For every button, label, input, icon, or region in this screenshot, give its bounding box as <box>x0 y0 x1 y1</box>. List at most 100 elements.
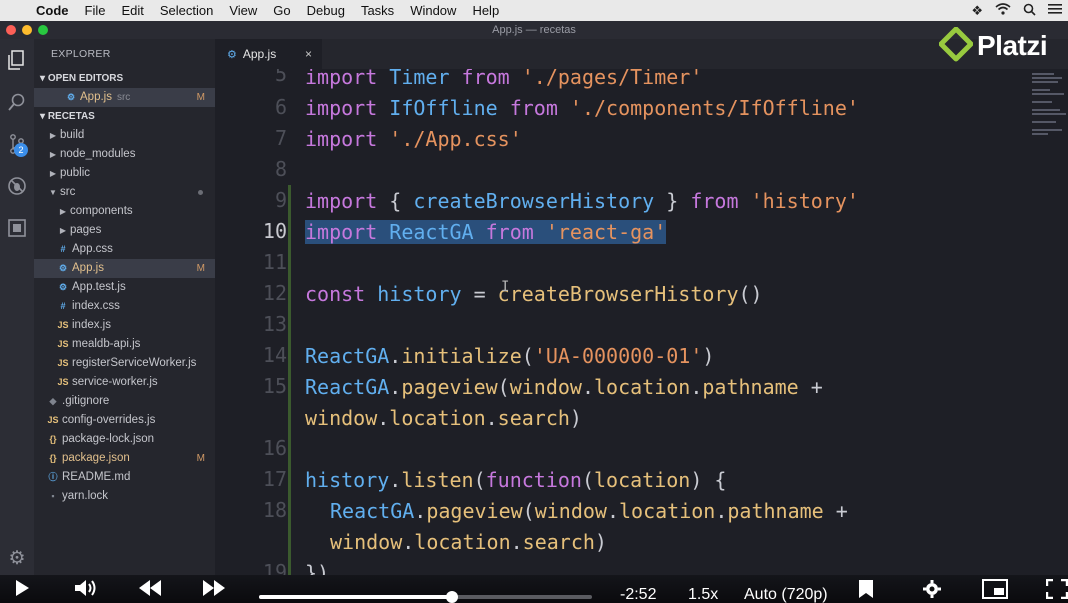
menu-help[interactable]: Help <box>464 3 507 18</box>
open-editors-header[interactable]: ▾ OPEN EDITORS <box>34 69 215 88</box>
minimize-window-button[interactable] <box>22 25 32 35</box>
keyword-token: function <box>485 468 582 492</box>
spotlight-search-icon[interactable] <box>1023 3 1036 19</box>
tree-item-label: index.js <box>72 319 111 331</box>
video-progress-bar[interactable] <box>259 591 592 603</box>
menu-go[interactable]: Go <box>265 3 298 18</box>
punctuation-token: ( <box>521 344 534 368</box>
close-window-button[interactable] <box>6 25 16 35</box>
settings-gear-icon[interactable] <box>922 579 942 603</box>
identifier-token: createBrowserHistory <box>413 189 655 213</box>
identifier-token: IfOffline <box>389 96 498 120</box>
tree-item-service-worker-js[interactable]: JS service-worker.js <box>34 373 215 392</box>
project-header[interactable]: ▾ RECETAS <box>34 107 215 126</box>
code-lines[interactable]: import Timer from './pages/Timer' import… <box>305 69 1045 575</box>
debug-icon[interactable] <box>0 165 34 207</box>
menu-app[interactable]: Code <box>30 3 77 18</box>
js-file-icon: JS <box>47 415 59 425</box>
minimap[interactable] <box>1030 69 1068 159</box>
punctuation-token: . <box>389 375 402 399</box>
punctuation-token: ) <box>569 406 582 430</box>
tree-item-build[interactable]: ▶ build <box>34 126 215 145</box>
source-control-icon[interactable]: 2 <box>0 123 34 165</box>
tree-item-readme-md[interactable]: ⓘ README.md <box>34 468 215 487</box>
explorer-icon[interactable] <box>0 39 34 81</box>
tree-item-src[interactable]: ▼ src <box>34 183 215 202</box>
info-file-icon: ⓘ <box>48 472 58 482</box>
string-token: 'history' <box>750 189 859 213</box>
code-editor[interactable]: 5 6 7 8 9 10 11 12 13 14 15 16 17 18 19 … <box>215 69 1068 575</box>
fullscreen-icon[interactable] <box>1045 578 1068 603</box>
keyword-token: import <box>305 220 390 244</box>
tree-item-label: service-worker.js <box>72 376 158 388</box>
chevron-down-icon: ▼ <box>49 188 57 197</box>
menu-edit[interactable]: Edit <box>113 3 151 18</box>
punctuation-token: . <box>581 375 595 399</box>
open-editor-app-js[interactable]: ⚙ App.js src M <box>34 88 215 107</box>
settings-file-icon: ⚙ <box>227 48 237 61</box>
tree-item-register-service-worker-js[interactable]: JS registerServiceWorker.js <box>34 354 215 373</box>
tree-item-gitignore[interactable]: ◆ .gitignore <box>34 392 215 411</box>
tree-item-pages[interactable]: ▶ pages <box>34 221 215 240</box>
line-number: 8 <box>274 157 287 181</box>
js-file-icon: JS <box>57 358 69 368</box>
punctuation-token: + <box>823 499 848 523</box>
quality-button[interactable]: Auto (720p) <box>744 586 828 603</box>
tree-item-package-json[interactable]: {} package.json M <box>34 449 215 468</box>
playback-speed-button[interactable]: 1.5x <box>688 586 718 603</box>
punctuation-token: + <box>798 375 823 399</box>
menu-file[interactable]: File <box>77 3 114 18</box>
tree-item-package-lock-json[interactable]: {} package-lock.json <box>34 430 215 449</box>
dropbox-icon[interactable]: ❖ <box>971 3 983 19</box>
settings-file-icon: ⚙ <box>58 282 68 292</box>
tree-item-config-overrides-js[interactable]: JS config-overrides.js <box>34 411 215 430</box>
line-number: 17 <box>262 467 287 491</box>
menu-selection[interactable]: Selection <box>152 3 221 18</box>
menu-window[interactable]: Window <box>402 3 464 18</box>
tree-item-mealdb-api-js[interactable]: JS mealdb-api.js <box>34 335 215 354</box>
tree-item-components[interactable]: ▶ components <box>34 202 215 221</box>
string-token: './App.css' <box>389 127 522 151</box>
tree-item-public[interactable]: ▶ public <box>34 164 215 183</box>
notification-center-icon[interactable] <box>1048 3 1062 18</box>
platzi-wordmark: Platzi <box>977 30 1048 61</box>
identifier-token: Timer <box>389 69 450 89</box>
tree-item-node-modules[interactable]: ▶ node_modules <box>34 145 215 164</box>
search-icon[interactable] <box>0 81 34 123</box>
tree-item-app-js[interactable]: ⚙ App.js M <box>34 259 215 278</box>
keyword-token: from <box>473 220 546 244</box>
activity-bar: 2 ⚙ <box>0 39 34 575</box>
rewind-icon[interactable] <box>138 579 162 602</box>
menu-tasks[interactable]: Tasks <box>353 3 402 18</box>
volume-icon[interactable] <box>74 579 98 602</box>
tree-item-label: components <box>70 205 133 217</box>
settings-gear-icon[interactable]: ⚙ <box>0 537 34 579</box>
tree-item-index-js[interactable]: JS index.js <box>34 316 215 335</box>
tree-item-label: public <box>60 167 91 179</box>
wifi-icon[interactable] <box>995 3 1011 18</box>
tree-item-label: registerServiceWorker.js <box>72 357 197 369</box>
menu-view[interactable]: View <box>221 3 265 18</box>
css-file-icon: # <box>60 244 66 254</box>
extensions-icon[interactable] <box>0 207 34 249</box>
tree-item-app-css[interactable]: # App.css <box>34 240 215 259</box>
tree-item-index-css[interactable]: # index.css <box>34 297 215 316</box>
picture-in-picture-icon[interactable] <box>982 579 1008 603</box>
tab-app-js[interactable]: ⚙ App.js × <box>215 39 322 69</box>
tree-item-label: package.json <box>62 452 130 464</box>
punctuation-token: . <box>402 530 415 554</box>
open-editor-file-path: src <box>116 92 131 103</box>
scm-badge: 2 <box>14 143 28 157</box>
fast-forward-icon[interactable] <box>202 579 226 602</box>
menu-debug[interactable]: Debug <box>299 3 353 18</box>
tree-item-app-test-js[interactable]: ⚙ App.test.js <box>34 278 215 297</box>
tree-item-label: mealdb-api.js <box>72 338 141 350</box>
play-icon[interactable] <box>14 579 30 602</box>
bookmark-icon[interactable] <box>858 579 874 603</box>
line-number: 15 <box>262 374 287 398</box>
maximize-window-button[interactable] <box>38 25 48 35</box>
mouse-ibeam-cursor: I <box>501 279 510 295</box>
close-icon[interactable]: × <box>305 47 312 61</box>
tree-item-yarn-lock[interactable]: ▪ yarn.lock <box>34 487 215 506</box>
punctuation-token: . <box>510 530 523 554</box>
